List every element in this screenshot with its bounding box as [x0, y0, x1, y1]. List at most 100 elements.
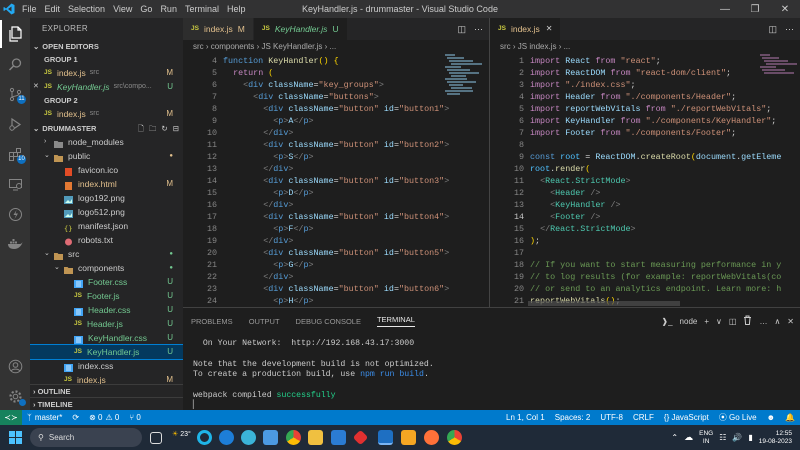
tree-item-node-modules[interactable]: › node_modules [30, 135, 183, 149]
tab-index-js[interactable]: JS index.js M [183, 18, 254, 40]
maximize-panel-icon[interactable]: ∧ [774, 317, 780, 326]
tree-item-public[interactable]: ⌄ public ● [30, 149, 183, 163]
more-actions-icon[interactable]: ⋯ [474, 18, 483, 40]
extensions-icon[interactable]: 10 [0, 140, 30, 168]
code-line[interactable]: <div className="button" id="button3"> [223, 175, 449, 187]
code-line[interactable]: <div className="buttons"> [223, 91, 379, 103]
code-line[interactable]: function KeyHandler() { [223, 55, 339, 67]
cortana-icon[interactable] [197, 430, 212, 445]
live-share-icon[interactable] [0, 200, 30, 228]
code-line[interactable]: <div className="button" id="button4"> [223, 211, 449, 223]
tree-item-logo192-png[interactable]: logo192.png [30, 191, 183, 205]
code-line[interactable]: </div> [223, 127, 293, 139]
accounts-icon[interactable] [0, 352, 30, 380]
close-window-button[interactable]: ✕ [770, 0, 800, 18]
edge-dev-icon[interactable] [241, 430, 256, 445]
terminal-network-url[interactable]: http://192.168.43.17:3000 [291, 339, 414, 348]
maximize-button[interactable]: ❐ [740, 0, 770, 18]
language-mode[interactable]: {} JavaScript [659, 413, 714, 422]
code-line[interactable]: // to log results (for example: reportWe… [530, 271, 781, 283]
run-debug-icon[interactable] [0, 110, 30, 138]
new-folder-icon[interactable]: 🗀 [149, 122, 157, 135]
menu-item-selection[interactable]: Selection [64, 0, 109, 18]
panel-tab-output[interactable]: OUTPUT [249, 317, 280, 326]
remote-explorer-icon[interactable] [0, 170, 30, 198]
code-line[interactable]: ); [530, 235, 540, 247]
timeline-header[interactable]: › TIMELINE [30, 397, 183, 410]
tree-item-header-css[interactable]: Header.css U [30, 303, 183, 317]
kill-terminal-icon[interactable] [743, 315, 752, 327]
minimize-button[interactable]: — [710, 0, 740, 18]
code-line[interactable]: // or send to an analytics endpoint. Lea… [530, 283, 781, 295]
code-line[interactable]: <p>H</p> [223, 295, 313, 307]
horizontal-scrollbar[interactable] [528, 301, 680, 306]
open-editors-header[interactable]: ⌄ OPEN EDITORS [30, 40, 183, 53]
code-line[interactable]: return ( [223, 67, 273, 79]
code-line[interactable]: </React.StrictMode> [530, 223, 636, 235]
clock[interactable]: 12:55 19-08-2023 [759, 430, 792, 446]
encoding[interactable]: UTF-8 [595, 413, 628, 422]
tree-item-components[interactable]: ⌄ components ● [30, 261, 183, 275]
code-line[interactable]: <p>G</p> [223, 259, 313, 271]
tree-item-manifest-json[interactable]: {} manifest.json [30, 219, 183, 233]
tree-item-robots-txt[interactable]: robots.txt [30, 233, 183, 247]
code-line[interactable]: <p>S</p> [223, 151, 313, 163]
tab-index-js[interactable]: JS index.js ✕ [490, 18, 562, 40]
new-file-icon[interactable]: 🗋 [138, 122, 144, 135]
ports-indicator[interactable]: ⑂ 0 [124, 413, 145, 422]
code-line[interactable]: <div className="button" id="button1"> [223, 103, 449, 115]
new-terminal-icon[interactable]: + [704, 317, 709, 326]
tree-item-src[interactable]: ⌄ src ● [30, 247, 183, 261]
code-line[interactable]: import Header from "./components/Header"… [530, 91, 736, 103]
code-line[interactable]: <React.StrictMode> [530, 175, 630, 187]
word-icon[interactable] [331, 430, 346, 445]
source-control-icon[interactable]: 11 [0, 80, 30, 108]
tree-item-logo512-png[interactable]: logo512.png [30, 205, 183, 219]
tree-item-index-css[interactable]: index.css [30, 359, 183, 373]
breadcrumb-item[interactable]: src [193, 42, 204, 51]
vscode-taskbar-icon[interactable] [378, 430, 393, 445]
tree-item-index-html[interactable]: index.html M [30, 177, 183, 191]
code-line[interactable]: <div className="key_groups"> [223, 79, 384, 91]
branch-indicator[interactable]: ᛉ master* [22, 413, 67, 422]
collapse-all-icon[interactable]: ⊟ [173, 122, 179, 135]
tree-item-footer-js[interactable]: JS Footer.js U [30, 289, 183, 303]
split-editor-icon[interactable]: ◫ [768, 18, 777, 40]
breadcrumb-item[interactable]: components [211, 42, 255, 51]
wifi-icon[interactable]: ☷ [719, 433, 726, 442]
taskbar-search[interactable]: ⚲ Search [30, 428, 142, 447]
close-panel-icon[interactable]: ✕ [787, 317, 794, 326]
breadcrumb-item[interactable]: JS KeyHandler.js [261, 42, 322, 51]
tree-item-keyhandler-css[interactable]: KeyHandler.css U [30, 331, 183, 345]
app-red-icon[interactable] [352, 429, 369, 446]
sync-icon[interactable]: ⟳ [67, 413, 84, 422]
onedrive-icon[interactable]: ☁ [684, 432, 693, 443]
language-indicator[interactable]: ENG IN [699, 430, 713, 446]
indentation[interactable]: Spaces: 2 [550, 413, 596, 422]
code-line[interactable]: <Footer /> [530, 211, 600, 223]
close-icon[interactable]: ✕ [33, 80, 39, 94]
breadcrumb-item[interactable]: JS index.js [518, 42, 557, 51]
menu-item-run[interactable]: Run [156, 0, 181, 18]
code-line[interactable]: </div> [223, 163, 293, 175]
tray-expand-icon[interactable]: ⌃ [671, 433, 678, 442]
terminal-output[interactable]: On Your Network: http://192.168.43.17:30… [183, 339, 800, 412]
chrome-icon[interactable] [286, 430, 301, 445]
tab-keyhandler-js[interactable]: JS KeyHandler.js U [253, 18, 348, 40]
code-line[interactable]: <div className="button" id="button2"> [223, 139, 449, 151]
task-view-icon[interactable] [150, 432, 162, 444]
edge-icon[interactable] [219, 430, 234, 445]
breadcrumb-item[interactable]: ... [564, 42, 571, 51]
code-line[interactable]: const root = ReactDOM.createRoot(documen… [530, 151, 781, 163]
code-line[interactable]: import reportWebVitals from "./reportWeb… [530, 103, 771, 115]
more-actions-icon[interactable]: … [759, 317, 767, 326]
code-line[interactable]: <div className="button" id="button5"> [223, 247, 449, 259]
problems-indicator[interactable]: ⊗ 0 ⚠ 0 [84, 413, 124, 422]
open-editor-item[interactable]: JS index.js src M [30, 107, 183, 121]
store-icon[interactable] [263, 430, 278, 445]
settings-gear-icon[interactable] [0, 382, 30, 410]
split-editor-icon[interactable]: ◫ [457, 18, 466, 40]
minimap-left[interactable] [445, 54, 482, 96]
code-line[interactable]: import "./index.css"; [530, 79, 636, 91]
explorer-icon[interactable] [0, 20, 30, 48]
